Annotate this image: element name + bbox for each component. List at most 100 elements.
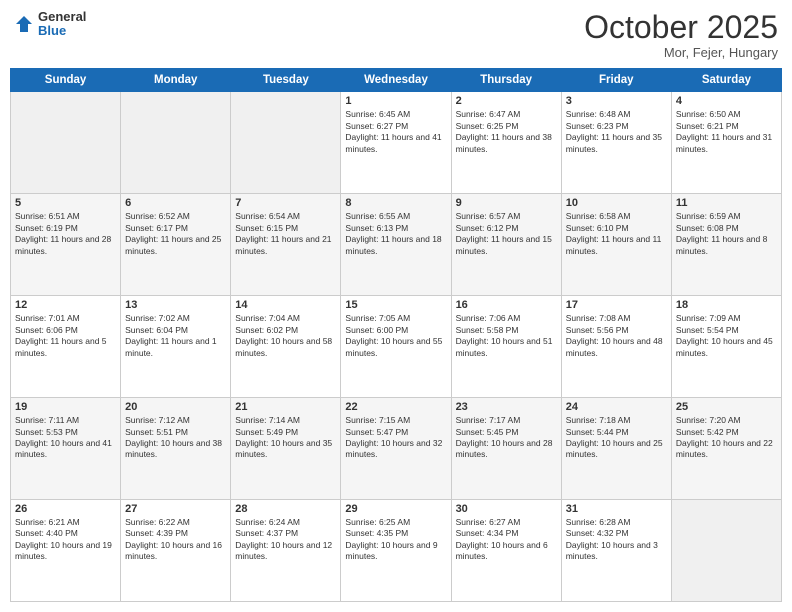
calendar-cell: 2 Sunrise: 6:47 AMSunset: 6:25 PMDaylight… [451, 92, 561, 194]
day-info: Sunrise: 7:18 AMSunset: 5:44 PMDaylight:… [566, 415, 667, 461]
logo-icon [14, 14, 34, 34]
day-info: Sunrise: 7:15 AMSunset: 5:47 PMDaylight:… [345, 415, 446, 461]
day-number: 24 [566, 401, 667, 413]
logo-text: General Blue [38, 10, 86, 39]
day-number: 25 [676, 401, 777, 413]
calendar-cell: 23 Sunrise: 7:17 AMSunset: 5:45 PMDayligh… [451, 398, 561, 500]
day-number: 8 [345, 197, 446, 209]
calendar-cell: 26 Sunrise: 6:21 AMSunset: 4:40 PMDayligh… [11, 500, 121, 602]
week-row-3: 12Sunrise: 7:01 AMSunset: 6:06 PMDayligh… [11, 296, 782, 398]
day-info: Sunrise: 6:58 AMSunset: 6:10 PMDaylight:… [566, 211, 667, 257]
header: General Blue October 2025 Mor, Fejer, Hu… [10, 10, 782, 60]
day-info: Sunrise: 6:57 AMSunset: 6:12 PMDaylight:… [456, 211, 557, 257]
logo-general: General [38, 10, 86, 24]
calendar-cell: 10Sunrise: 6:58 AMSunset: 6:10 PMDayligh… [561, 194, 671, 296]
day-number: 16 [456, 299, 557, 311]
calendar-cell: 16Sunrise: 7:06 AMSunset: 5:58 PMDayligh… [451, 296, 561, 398]
day-number: 5 [15, 197, 116, 209]
calendar-cell: 12Sunrise: 7:01 AMSunset: 6:06 PMDayligh… [11, 296, 121, 398]
day-info: Sunrise: 6:22 AMSunset: 4:39 PMDaylight:… [125, 517, 226, 563]
calendar-cell: 13 Sunrise: 7:02 AMSunset: 6:04 PMDayligh… [121, 296, 231, 398]
calendar-cell [11, 92, 121, 194]
day-number: 13 [125, 299, 226, 311]
day-number: 2 [456, 95, 557, 107]
day-header-friday: Friday [561, 69, 671, 92]
calendar-cell: 24 Sunrise: 7:18 AMSunset: 5:44 PMDayligh… [561, 398, 671, 500]
day-number: 14 [235, 299, 336, 311]
calendar-cell: 29 Sunrise: 6:25 AMSunset: 4:35 PMDayligh… [341, 500, 451, 602]
week-row-1: 1 Sunrise: 6:45 AMSunset: 6:27 PMDaylight… [11, 92, 782, 194]
logo: General Blue [14, 10, 86, 39]
calendar-cell: 11 Sunrise: 6:59 AMSunset: 6:08 PMDayligh… [671, 194, 781, 296]
day-number: 6 [125, 197, 226, 209]
calendar-cell: 15Sunrise: 7:05 AMSunset: 6:00 PMDayligh… [341, 296, 451, 398]
day-number: 27 [125, 503, 226, 515]
calendar-cell: 17 Sunrise: 7:08 AMSunset: 5:56 PMDayligh… [561, 296, 671, 398]
day-header-sunday: Sunday [11, 69, 121, 92]
day-number: 17 [566, 299, 667, 311]
calendar-cell: 4Sunrise: 6:50 AMSunset: 6:21 PMDaylight… [671, 92, 781, 194]
day-info: Sunrise: 6:25 AMSunset: 4:35 PMDaylight:… [345, 517, 446, 563]
day-number: 26 [15, 503, 116, 515]
day-info: Sunrise: 7:05 AMSunset: 6:00 PMDaylight:… [345, 313, 446, 359]
day-number: 23 [456, 401, 557, 413]
calendar-cell: 3Sunrise: 6:48 AMSunset: 6:23 PMDaylight… [561, 92, 671, 194]
day-info: Sunrise: 7:11 AMSunset: 5:53 PMDaylight:… [15, 415, 116, 461]
day-info: Sunrise: 7:08 AMSunset: 5:56 PMDaylight:… [566, 313, 667, 359]
day-info: Sunrise: 7:14 AMSunset: 5:49 PMDaylight:… [235, 415, 336, 461]
calendar-cell: 25 Sunrise: 7:20 AMSunset: 5:42 PMDayligh… [671, 398, 781, 500]
day-info: Sunrise: 7:17 AMSunset: 5:45 PMDaylight:… [456, 415, 557, 461]
calendar-cell: 30 Sunrise: 6:27 AMSunset: 4:34 PMDayligh… [451, 500, 561, 602]
day-number: 11 [676, 197, 777, 209]
day-info: Sunrise: 6:54 AMSunset: 6:15 PMDaylight:… [235, 211, 336, 257]
logo-blue: Blue [38, 24, 86, 38]
calendar-table: SundayMondayTuesdayWednesdayThursdayFrid… [10, 68, 782, 602]
day-info: Sunrise: 6:52 AMSunset: 6:17 PMDaylight:… [125, 211, 226, 257]
day-header-wednesday: Wednesday [341, 69, 451, 92]
day-number: 22 [345, 401, 446, 413]
day-info: Sunrise: 7:02 AMSunset: 6:04 PMDaylight:… [125, 313, 226, 359]
calendar-cell: 21 Sunrise: 7:14 AMSunset: 5:49 PMDayligh… [231, 398, 341, 500]
calendar-cell: 8Sunrise: 6:55 AMSunset: 6:13 PMDaylight… [341, 194, 451, 296]
day-info: Sunrise: 6:47 AMSunset: 6:25 PMDaylight:… [456, 109, 557, 155]
day-info: Sunrise: 6:59 AMSunset: 6:08 PMDaylight:… [676, 211, 777, 257]
calendar-cell: 5Sunrise: 6:51 AMSunset: 6:19 PMDaylight… [11, 194, 121, 296]
calendar-cell: 7 Sunrise: 6:54 AMSunset: 6:15 PMDaylight… [231, 194, 341, 296]
day-number: 12 [15, 299, 116, 311]
day-number: 7 [235, 197, 336, 209]
day-number: 20 [125, 401, 226, 413]
week-row-4: 19Sunrise: 7:11 AMSunset: 5:53 PMDayligh… [11, 398, 782, 500]
calendar-cell [231, 92, 341, 194]
day-info: Sunrise: 7:20 AMSunset: 5:42 PMDaylight:… [676, 415, 777, 461]
calendar-cell: 19Sunrise: 7:11 AMSunset: 5:53 PMDayligh… [11, 398, 121, 500]
day-header-tuesday: Tuesday [231, 69, 341, 92]
day-header-monday: Monday [121, 69, 231, 92]
day-info: Sunrise: 6:28 AMSunset: 4:32 PMDaylight:… [566, 517, 667, 563]
day-number: 31 [566, 503, 667, 515]
day-info: Sunrise: 6:24 AMSunset: 4:37 PMDaylight:… [235, 517, 336, 563]
calendar-cell: 28 Sunrise: 6:24 AMSunset: 4:37 PMDayligh… [231, 500, 341, 602]
day-number: 1 [345, 95, 446, 107]
day-info: Sunrise: 6:21 AMSunset: 4:40 PMDaylight:… [15, 517, 116, 563]
calendar-cell [671, 500, 781, 602]
day-number: 30 [456, 503, 557, 515]
page: General Blue October 2025 Mor, Fejer, Hu… [0, 0, 792, 612]
calendar-cell: 1 Sunrise: 6:45 AMSunset: 6:27 PMDaylight… [341, 92, 451, 194]
day-info: Sunrise: 6:27 AMSunset: 4:34 PMDaylight:… [456, 517, 557, 563]
day-info: Sunrise: 7:09 AMSunset: 5:54 PMDaylight:… [676, 313, 777, 359]
day-info: Sunrise: 7:12 AMSunset: 5:51 PMDaylight:… [125, 415, 226, 461]
day-info: Sunrise: 7:04 AMSunset: 6:02 PMDaylight:… [235, 313, 336, 359]
calendar-cell: 20 Sunrise: 7:12 AMSunset: 5:51 PMDayligh… [121, 398, 231, 500]
day-number: 18 [676, 299, 777, 311]
location: Mor, Fejer, Hungary [584, 45, 778, 60]
calendar-cell: 31 Sunrise: 6:28 AMSunset: 4:32 PMDayligh… [561, 500, 671, 602]
calendar-cell [121, 92, 231, 194]
day-number: 21 [235, 401, 336, 413]
calendar-cell: 14 Sunrise: 7:04 AMSunset: 6:02 PMDayligh… [231, 296, 341, 398]
day-info: Sunrise: 6:45 AMSunset: 6:27 PMDaylight:… [345, 109, 446, 155]
day-number: 28 [235, 503, 336, 515]
day-info: Sunrise: 6:48 AMSunset: 6:23 PMDaylight:… [566, 109, 667, 155]
day-number: 29 [345, 503, 446, 515]
month-title: October 2025 [584, 10, 778, 45]
week-row-5: 26 Sunrise: 6:21 AMSunset: 4:40 PMDayligh… [11, 500, 782, 602]
